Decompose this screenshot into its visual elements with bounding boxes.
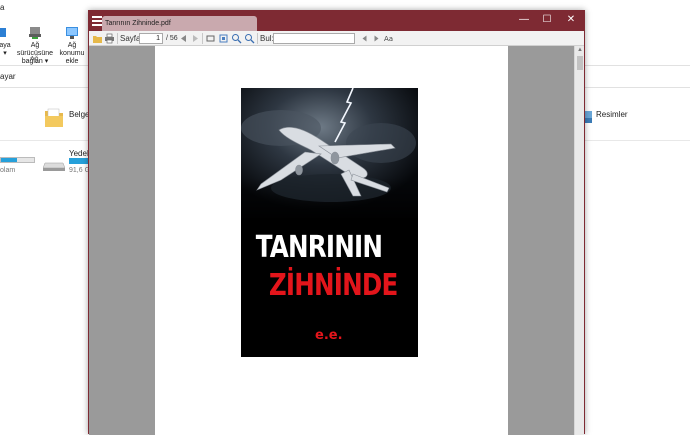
find-next-icon[interactable] bbox=[371, 33, 382, 44]
document-view[interactable]: TANRININ ZİHNİNDE e.e. ▲ bbox=[89, 46, 584, 435]
drive-usage-text: olam bbox=[0, 167, 16, 174]
cover-artwork bbox=[241, 88, 418, 223]
address-text: ayar bbox=[0, 72, 16, 81]
drive-usage-bar bbox=[0, 157, 35, 163]
scrollbar-thumb[interactable] bbox=[577, 56, 583, 70]
print-icon[interactable] bbox=[104, 33, 115, 44]
zoom-out-icon[interactable] bbox=[244, 33, 255, 44]
ribbon-item-label-2: ▾ bbox=[3, 50, 7, 57]
toolbar-separator bbox=[202, 33, 203, 44]
svg-text:Aa: Aa bbox=[384, 35, 393, 43]
page-total: / 56 bbox=[166, 35, 178, 42]
hard-drive-icon[interactable] bbox=[43, 160, 65, 172]
map-drive-icon bbox=[29, 27, 41, 39]
book-cover: TANRININ ZİHNİNDE e.e. bbox=[241, 88, 418, 357]
title-bar[interactable]: Tanrının Zihninde.pdf — ☐ ✕ bbox=[89, 11, 584, 31]
cover-title-line-2: ZİHNİNDE bbox=[268, 268, 398, 303]
network-drive-icon bbox=[0, 28, 6, 37]
documents-folder-icon[interactable] bbox=[44, 106, 64, 128]
close-button[interactable]: ✕ bbox=[564, 14, 578, 26]
scroll-up-icon[interactable]: ▲ bbox=[577, 47, 583, 53]
find-previous-icon[interactable] bbox=[359, 33, 370, 44]
ribbon-item-access[interactable]: aya ▾ bbox=[0, 26, 12, 58]
page-number-input[interactable]: 1 bbox=[139, 33, 163, 44]
vertical-scrollbar[interactable]: ▲ bbox=[574, 46, 584, 435]
pictures-folder-label[interactable]: Resimler bbox=[596, 110, 628, 119]
ribbon-item-label-2: ekle bbox=[65, 58, 79, 65]
fit-page-icon[interactable] bbox=[218, 33, 229, 44]
toolbar-separator bbox=[117, 33, 118, 44]
ribbon-group-label: Ağ bbox=[30, 56, 39, 63]
ribbon-item-add-network-location[interactable]: Ağ konumu ekle bbox=[58, 26, 86, 66]
document-tab-title: Tanrının Zihninde.pdf bbox=[105, 20, 171, 27]
pdf-viewer-window: Tanrının Zihninde.pdf — ☐ ✕ Sayfa: 1 / 5… bbox=[88, 10, 585, 435]
fit-width-icon[interactable] bbox=[205, 33, 216, 44]
cover-author: e.e. bbox=[315, 328, 343, 343]
minimize-button[interactable]: — bbox=[517, 14, 531, 26]
toolbar-separator bbox=[257, 33, 258, 44]
previous-page-icon[interactable] bbox=[178, 33, 189, 44]
match-case-icon[interactable]: Aa bbox=[384, 33, 395, 44]
zoom-in-icon[interactable] bbox=[231, 33, 242, 44]
find-label: Bul: bbox=[260, 34, 274, 43]
toolbar: Sayfa: 1 / 56 Bul: Aa bbox=[89, 31, 584, 46]
open-folder-icon[interactable] bbox=[92, 33, 103, 44]
document-tab[interactable]: Tanrının Zihninde.pdf bbox=[102, 16, 257, 31]
pdf-page[interactable]: TANRININ ZİHNİNDE e.e. bbox=[155, 46, 508, 435]
maximize-button[interactable]: ☐ bbox=[540, 14, 554, 26]
next-page-icon[interactable] bbox=[190, 33, 201, 44]
ribbon-item-label: Ağ konumu bbox=[59, 42, 85, 57]
find-input[interactable] bbox=[273, 33, 355, 44]
backup-drive-usage-bar bbox=[69, 158, 89, 164]
hamburger-menu-icon[interactable] bbox=[92, 16, 102, 26]
ribbon-item-label: aya bbox=[0, 42, 11, 49]
network-location-icon bbox=[66, 27, 78, 39]
ribbon-tab-fragment[interactable]: a bbox=[0, 3, 4, 12]
cover-title-line-1: TANRININ bbox=[255, 230, 383, 265]
